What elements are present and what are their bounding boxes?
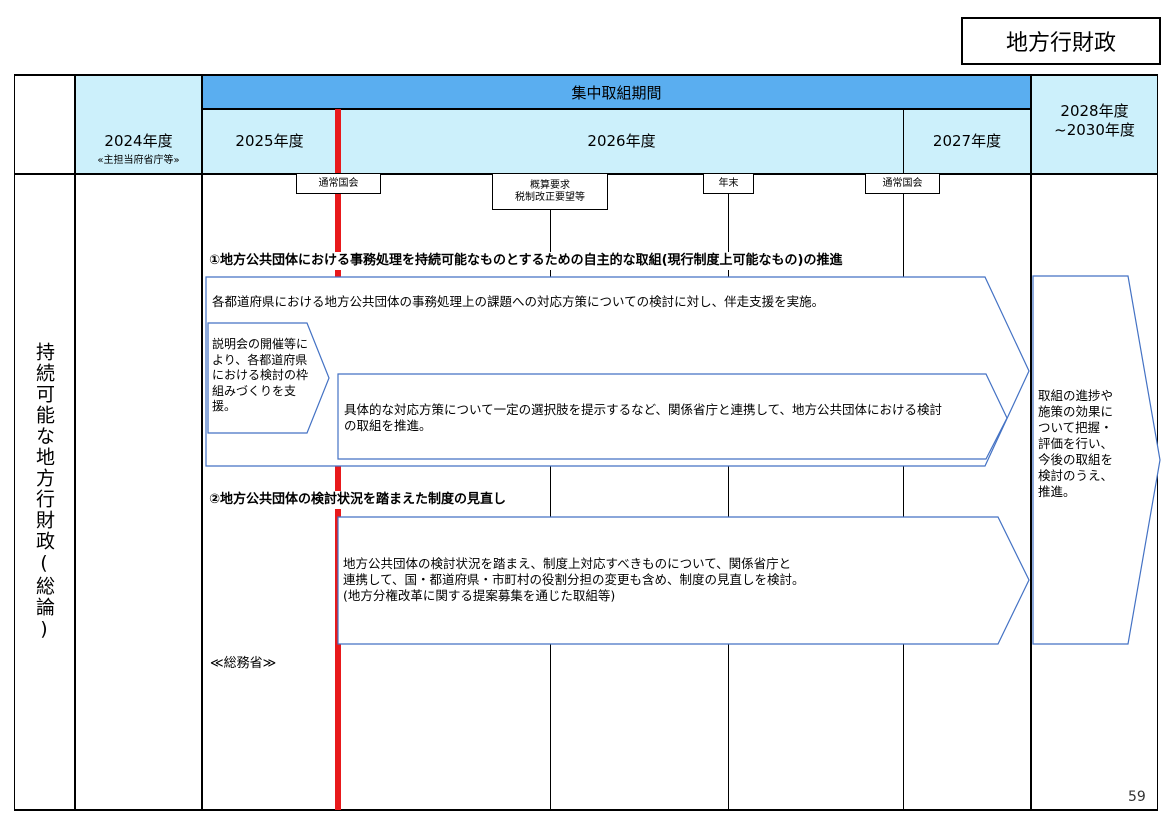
section2-text-line1: 地方公共団体の検討状況を踏まえ、制度上対応すべきものについて、関係省庁と	[343, 556, 792, 571]
section2-text-line3: (地方分権改革に関する提案募集を通じた取組等)	[343, 588, 616, 603]
section1-small-arrow-text: 説明会の開催等により、各都道府県における検討の枠組みづくりを支援。	[212, 337, 309, 413]
future-arrow-text: 取組の進捗や施策の効果について把握・評価を行い、今後の取組を検討のうえ、推進。	[1038, 388, 1114, 499]
section2-title: ②地方公共団体の検討状況を踏まえた制度の見直し	[209, 491, 511, 509]
responsible-ministry: ≪総務省≫	[210, 656, 277, 671]
section2-text-line2: 連携して、国・都道府県・市町村の役割分担の変更も含め、制度の見直しを検討。	[343, 572, 805, 587]
section1-inner-arrow-text: 具体的な対応方策について一定の選択肢を提示するなど、関係省庁と連携して、地方公共…	[344, 402, 943, 433]
section1-main-arrow-text: 各都道府県における地方公共団体の事務処理上の課題への対応方策についての検討に対し…	[212, 294, 825, 309]
page-number: 59	[1128, 789, 1146, 805]
section2-arrow-text: 地方公共団体の検討状況を踏まえ、制度上対応すべきものについて、関係省庁と 連携し…	[343, 556, 983, 604]
